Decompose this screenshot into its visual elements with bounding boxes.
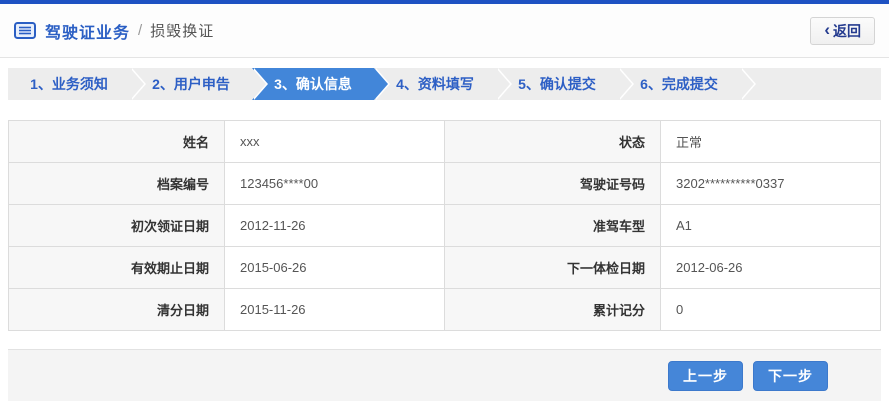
field-label-next-checkup-date: 下一体检日期	[444, 246, 661, 289]
step-2-user-declaration[interactable]: 2、用户申告	[130, 68, 268, 100]
breadcrumb-current: 损毁换证	[150, 23, 215, 40]
step-label: 5、确认提交	[518, 76, 596, 92]
action-footer: 上一步 下一步	[8, 349, 881, 401]
field-value-license-no: 3202**********0337	[660, 162, 881, 205]
table-row: 姓名 xxx 状态 正常	[8, 120, 881, 163]
table-row: 有效期止日期 2015-06-26 下一体检日期 2012-06-26	[8, 246, 881, 289]
page-title: 驾驶证业务	[45, 24, 131, 42]
table-row: 初次领证日期 2012-11-26 准驾车型 A1	[8, 204, 881, 247]
step-label: 6、完成提交	[640, 76, 718, 92]
step-4-fill-materials[interactable]: 4、资料填写	[374, 68, 512, 100]
field-value-vehicle-class: A1	[660, 204, 881, 247]
step-3-confirm-info[interactable]: 3、确认信息	[252, 68, 390, 100]
field-label-archive-no: 档案编号	[8, 162, 225, 205]
table-row: 档案编号 123456****00 驾驶证号码 3202**********03…	[8, 162, 881, 205]
field-value-next-checkup-date: 2012-06-26	[660, 246, 881, 289]
field-label-first-issue-date: 初次领证日期	[8, 204, 225, 247]
field-label-status: 状态	[444, 120, 661, 163]
field-label-license-no: 驾驶证号码	[444, 162, 661, 205]
step-label: 2、用户申告	[152, 76, 230, 92]
next-step-button[interactable]: 下一步	[753, 360, 828, 391]
field-value-points-clear-date: 2015-11-26	[224, 288, 445, 331]
field-value-first-issue-date: 2012-11-26	[224, 204, 445, 247]
back-button-label: 返回	[833, 22, 861, 39]
field-label-expiry-date: 有效期止日期	[8, 246, 225, 289]
table-row: 清分日期 2015-11-26 累计记分 0	[8, 288, 881, 331]
field-label-accumulated-points: 累计记分	[444, 288, 661, 331]
field-value-archive-no: 123456****00	[224, 162, 445, 205]
field-label-points-clear-date: 清分日期	[8, 288, 225, 331]
license-list-icon	[14, 22, 36, 39]
step-6-complete-submit[interactable]: 6、完成提交	[618, 68, 756, 100]
field-label-vehicle-class: 准驾车型	[444, 204, 661, 247]
step-label: 3、确认信息	[274, 76, 352, 92]
back-button[interactable]: ‹ 返回	[810, 16, 875, 45]
license-info-table: 姓名 xxx 状态 正常 档案编号 123456****00 驾驶证号码 320…	[8, 120, 881, 331]
page-header: 驾驶证业务 / 损毁换证 ‹ 返回	[0, 4, 889, 58]
step-wizard: 1、业务须知 2、用户申告 3、确认信息 4、资料填写 5、确认提交 6、完成提…	[8, 68, 881, 100]
field-value-status: 正常	[660, 120, 881, 163]
step-1-business-notice[interactable]: 1、业务须知	[8, 68, 146, 100]
step-5-confirm-submit[interactable]: 5、确认提交	[496, 68, 634, 100]
previous-step-button[interactable]: 上一步	[668, 360, 743, 391]
step-label: 1、业务须知	[30, 76, 108, 92]
chevron-left-icon: ‹	[824, 20, 830, 39]
breadcrumb-separator: /	[138, 22, 143, 39]
field-value-name: xxx	[224, 120, 445, 163]
step-wizard-tail	[740, 68, 881, 100]
field-value-accumulated-points: 0	[660, 288, 881, 331]
step-label: 4、资料填写	[396, 76, 474, 92]
field-label-name: 姓名	[8, 120, 225, 163]
field-value-expiry-date: 2015-06-26	[224, 246, 445, 289]
